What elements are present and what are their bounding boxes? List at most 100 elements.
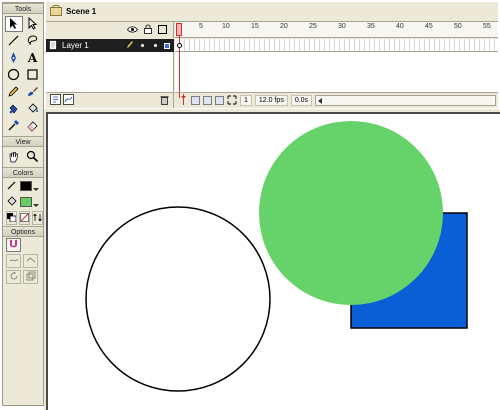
scale-button[interactable] <box>23 270 38 284</box>
swap-colors-button[interactable] <box>32 211 43 225</box>
layer-name[interactable]: Layer 1 <box>62 41 122 50</box>
scale-icon <box>26 271 36 283</box>
ink-bottle-tool[interactable] <box>5 101 23 117</box>
rectangle-tool[interactable] <box>24 67 42 83</box>
fill-bucket-icon <box>7 196 17 208</box>
show-hide-all-eye-icon[interactable] <box>127 25 138 35</box>
layer-frame-row[interactable] <box>175 39 498 52</box>
pencil-tool-icon <box>7 85 20 100</box>
center-frame-icon[interactable] <box>179 94 188 107</box>
oval-tool-icon <box>7 68 20 83</box>
add-guide-layer-icon[interactable] <box>63 94 74 107</box>
paint-bucket-tool[interactable] <box>24 101 42 117</box>
colors-section-title: Colors <box>3 167 43 178</box>
stroke-color-swatch[interactable] <box>20 181 32 191</box>
straighten-button[interactable] <box>23 254 38 268</box>
fill-color-swatch[interactable] <box>20 197 32 207</box>
scene-label[interactable]: Scene 1 <box>66 7 96 16</box>
onion-skin-button[interactable] <box>191 96 200 105</box>
stroke-color-row[interactable] <box>3 178 43 194</box>
pencil-tool[interactable] <box>5 84 23 100</box>
magnet-icon <box>9 239 18 251</box>
smooth-icon <box>9 256 19 267</box>
scroll-left-arrow-icon[interactable] <box>318 98 323 104</box>
straighten-icon <box>26 256 36 267</box>
tools-panel: Tools A View Colors Options <box>2 2 44 406</box>
arrow-tool-icon <box>7 17 20 32</box>
ruler-label: 55 <box>483 23 491 30</box>
layers-footer <box>46 92 174 108</box>
insert-layer-icon[interactable] <box>50 94 61 107</box>
hand-tool[interactable] <box>5 149 23 165</box>
timeline-horizontal-scrollbar[interactable] <box>315 95 496 106</box>
eyedropper-tool[interactable] <box>5 118 23 134</box>
options-row-3 <box>3 269 43 285</box>
white-circle-shape[interactable] <box>85 206 271 392</box>
smooth-button[interactable] <box>6 254 21 268</box>
rotate-button[interactable] <box>6 270 21 284</box>
scene-icon <box>50 5 62 18</box>
snap-to-objects-button[interactable] <box>6 238 21 252</box>
layer-visibility-dot[interactable] <box>141 44 144 47</box>
tools-panel-title: Tools <box>3 3 43 14</box>
timeline-panel: Layer 1 1 5 10 15 20 25 30 35 40 45 50 5… <box>46 22 498 108</box>
frame-rate-field[interactable]: 12.0 fps <box>254 95 288 106</box>
green-circle-shape[interactable] <box>259 121 443 305</box>
rectangle-tool-icon <box>26 68 39 83</box>
ruler-label: 25 <box>309 23 317 30</box>
stroke-pencil-icon <box>7 180 17 192</box>
edit-multiple-frames-button[interactable] <box>215 96 224 105</box>
eyedropper-tool-icon <box>7 119 20 134</box>
lasso-tool[interactable] <box>24 33 42 49</box>
options-row-2 <box>3 253 43 269</box>
ruler-label: 45 <box>425 23 433 30</box>
tool-grid: A <box>3 14 43 136</box>
magnifier-icon <box>26 150 39 165</box>
text-tool[interactable]: A <box>24 50 42 66</box>
default-colors-button[interactable] <box>6 211 17 225</box>
stage-canvas[interactable] <box>46 112 500 410</box>
options-section-title: Options <box>3 226 43 237</box>
layer-row[interactable]: Layer 1 <box>46 39 174 52</box>
ruler-label: 35 <box>367 23 375 30</box>
delete-layer-trash-icon[interactable] <box>160 95 169 107</box>
eraser-tool[interactable] <box>24 118 42 134</box>
outline-all-icon[interactable] <box>158 24 167 36</box>
keyframe-dot[interactable] <box>177 43 182 48</box>
fill-color-row[interactable] <box>3 194 43 210</box>
line-tool[interactable] <box>5 33 23 49</box>
color-buttons-row <box>3 210 43 226</box>
arrow-tool[interactable] <box>4 16 23 32</box>
subselect-tool-icon <box>26 16 39 32</box>
modify-onion-markers-icon[interactable] <box>227 95 237 107</box>
oval-tool[interactable] <box>5 67 23 83</box>
eraser-tool-icon <box>26 119 39 134</box>
frames-area: 1 5 10 15 20 25 30 35 40 45 50 55 1 12.0… <box>175 22 498 108</box>
layer-outline-square[interactable] <box>164 42 170 49</box>
hand-icon <box>7 150 20 165</box>
brush-tool[interactable] <box>24 84 42 100</box>
current-frame-field: 1 <box>240 95 252 106</box>
pen-tool-icon <box>7 51 20 66</box>
frame-ruler[interactable]: 1 5 10 15 20 25 30 35 40 45 50 55 <box>175 22 498 38</box>
pen-tool[interactable] <box>5 50 23 66</box>
ruler-label: 15 <box>251 23 259 30</box>
swap-colors-icon <box>33 213 42 224</box>
stroke-dropdown-icon <box>33 187 39 191</box>
subselect-tool[interactable] <box>24 16 42 32</box>
lock-all-icon[interactable] <box>144 24 152 36</box>
ink-bottle-tool-icon <box>7 102 20 117</box>
layer-lock-dot[interactable] <box>154 44 157 47</box>
playhead-marker[interactable] <box>176 23 182 36</box>
ruler-label: 10 <box>222 23 230 30</box>
line-tool-icon <box>7 34 20 49</box>
elapsed-time-field: 0.0s <box>290 95 313 106</box>
no-color-button[interactable] <box>19 211 30 225</box>
ruler-label: 50 <box>454 23 462 30</box>
zoom-tool[interactable] <box>24 149 42 165</box>
onion-skin-outlines-button[interactable] <box>203 96 212 105</box>
lasso-tool-icon <box>26 34 39 49</box>
scene-bar: Scene 1 <box>46 2 498 22</box>
layer-pencil-icon <box>126 40 134 51</box>
ruler-label: 40 <box>396 23 404 30</box>
